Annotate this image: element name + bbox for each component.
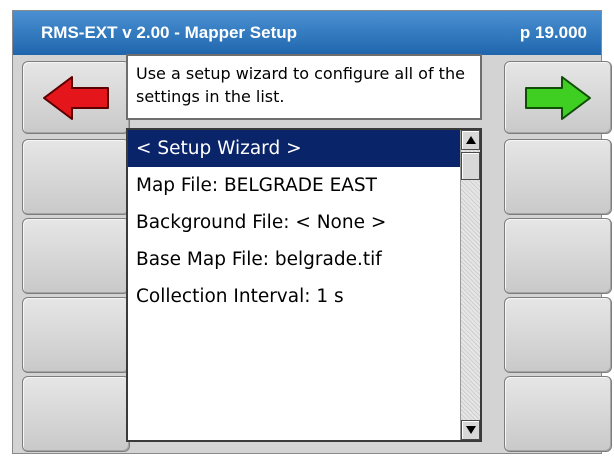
title-bar: RMS-EXT v 2.00 - Mapper Setup p 19.000 (13, 11, 601, 55)
list-scrollbar[interactable] (460, 130, 480, 440)
page-number: p 19.000 (519, 23, 587, 42)
left-arrow-icon (43, 75, 109, 120)
scroll-up-button[interactable] (461, 130, 480, 150)
soft-key-right-2[interactable] (504, 218, 612, 294)
settings-list[interactable]: < Setup Wizard > Map File: BELGRADE EAST… (126, 128, 482, 442)
settings-list-items: < Setup Wizard > Map File: BELGRADE EAST… (128, 130, 460, 315)
list-item-setup-wizard[interactable]: < Setup Wizard > (128, 130, 460, 167)
list-item-base-map-file[interactable]: Base Map File: belgrade.tif (128, 241, 460, 278)
forward-button[interactable] (504, 61, 612, 134)
list-item-collection-interval[interactable]: Collection Interval: 1 s (128, 278, 460, 315)
caret-up-icon (466, 136, 476, 144)
soft-key-left-2[interactable] (22, 218, 130, 294)
back-button[interactable] (22, 61, 130, 134)
description-box: Use a setup wizard to configure all of t… (126, 54, 482, 120)
window-title: RMS-EXT v 2.00 - Mapper Setup (41, 23, 297, 42)
caret-down-icon (466, 426, 476, 434)
list-item-map-file[interactable]: Map File: BELGRADE EAST (128, 167, 460, 204)
soft-key-left-3[interactable] (22, 297, 130, 373)
soft-key-right-3[interactable] (504, 297, 612, 373)
list-item-background-file[interactable]: Background File: < None > (128, 204, 460, 241)
soft-key-right-1[interactable] (504, 139, 612, 215)
soft-key-right-4[interactable] (504, 376, 612, 452)
soft-key-left-1[interactable] (22, 139, 130, 215)
right-arrow-icon (525, 75, 591, 120)
scroll-thumb[interactable] (461, 152, 480, 180)
scroll-down-button[interactable] (461, 420, 480, 440)
description-text: Use a setup wizard to configure all of t… (136, 64, 465, 106)
soft-key-left-4[interactable] (22, 376, 130, 452)
